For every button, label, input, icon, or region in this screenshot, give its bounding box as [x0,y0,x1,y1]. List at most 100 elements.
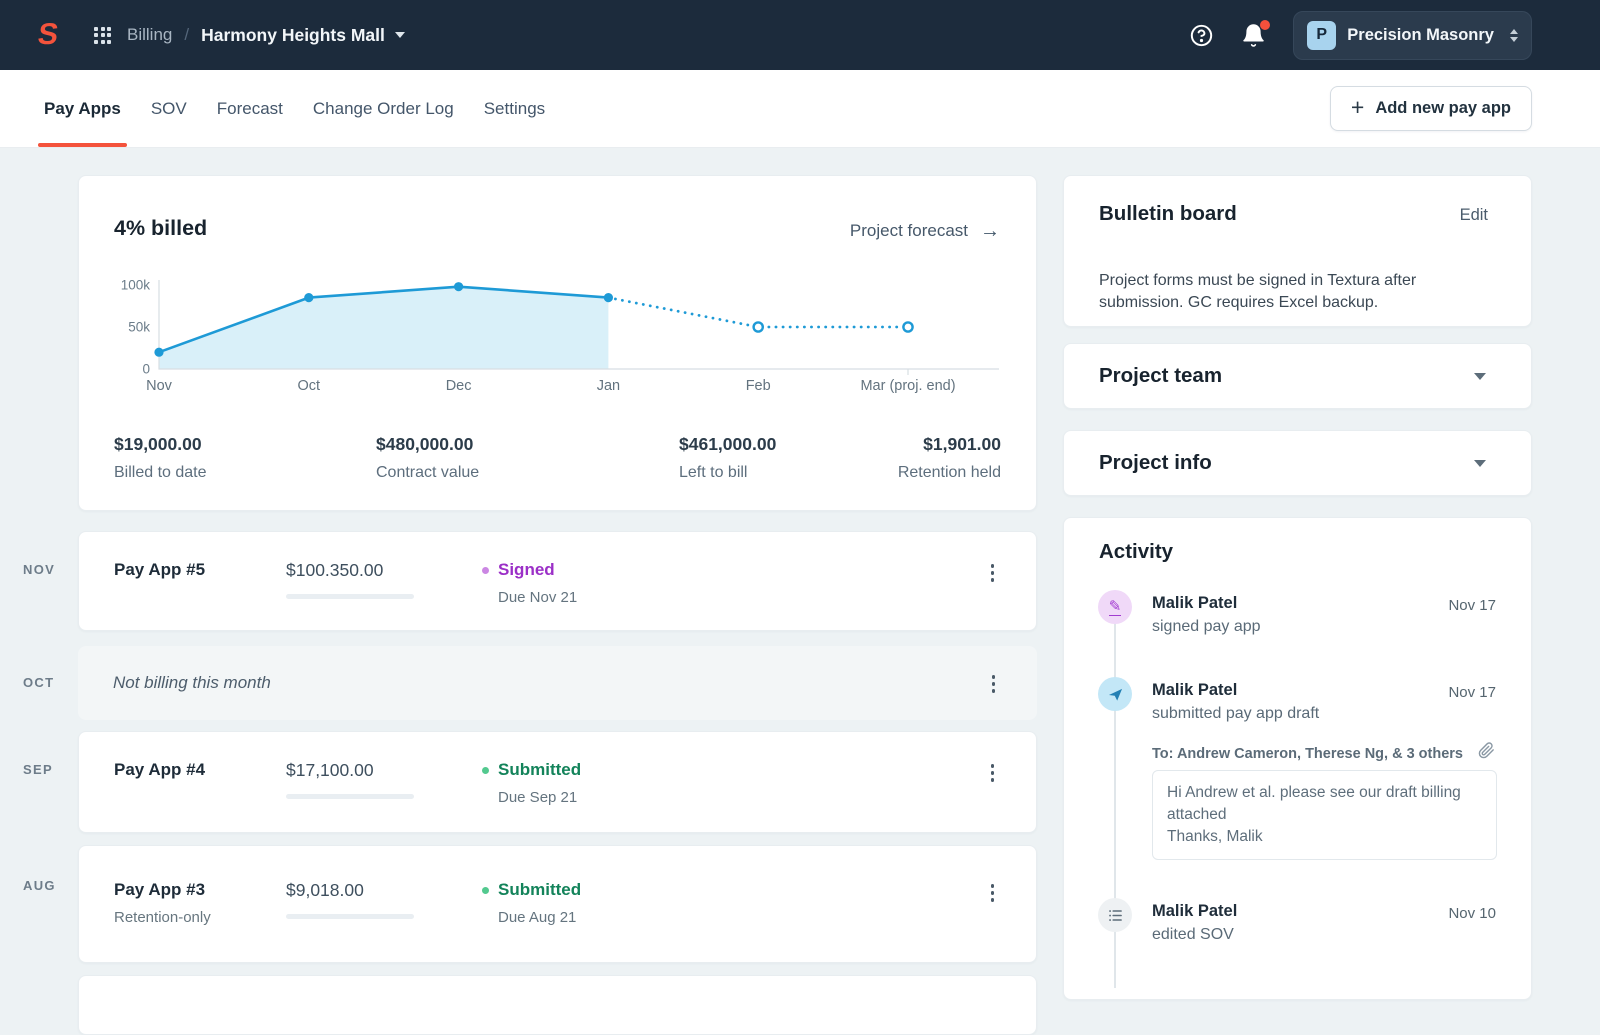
stat-label: Retention held [898,464,1001,482]
pay-app-due-date: Due Aug 21 [498,909,576,926]
activity-action: signed pay app [1152,618,1261,636]
project-forecast-link[interactable]: Project forecast → [850,221,1000,241]
month-label-sep: SEP [23,762,53,777]
activity-action: edited SOV [1152,926,1234,944]
bulletin-board-card: Bulletin board Edit Project forms must b… [1063,175,1532,327]
tab-pay-apps[interactable]: Pay Apps [44,70,121,147]
stat-value: $19,000.00 [114,434,207,455]
activity-date: Nov 10 [1448,905,1496,922]
signature-icon: ✎ [1098,590,1132,624]
project-info-title: Project info [1099,451,1212,475]
status-label: Signed [498,560,555,580]
message-signoff: Thanks, Malik [1167,826,1482,848]
month-label-aug: AUG [23,878,56,893]
notifications-button[interactable] [1241,23,1266,48]
notification-badge [1260,20,1270,30]
pay-app-progress-bar [286,914,414,919]
paperclip-icon[interactable] [1478,742,1495,759]
stat-label: Billed to date [114,464,207,482]
svg-text:Dec: Dec [446,378,472,394]
status-label: Submitted [498,760,581,780]
bulletin-body-text: Project forms must be signed in Textura … [1099,270,1499,313]
pay-app-status: Submitted [482,880,581,900]
list-icon [1098,898,1132,932]
pay-app-status: Signed [482,560,555,580]
stat-label: Left to bill [679,464,776,482]
not-billing-note: Not billing this month [113,673,271,693]
tab-settings[interactable]: Settings [484,70,545,147]
stat-value: $480,000.00 [376,434,479,455]
add-new-pay-app-button[interactable]: + Add new pay app [1330,86,1532,131]
status-dot [482,567,489,574]
activity-date: Nov 17 [1448,684,1496,701]
svg-text:100k: 100k [121,278,151,293]
breadcrumb-separator: / [184,25,189,45]
project-info-section[interactable]: Project info [1063,430,1532,496]
pay-app-row-5[interactable]: Pay App #5 $100.350.00 Signed Due Nov 21 [78,531,1037,631]
stat-label: Contract value [376,464,479,482]
activity-card: Activity ✎ Malik Patel signed pay app No… [1063,517,1532,1000]
kebab-menu-icon[interactable] [985,758,1001,788]
app-grid-icon[interactable] [94,27,111,44]
message-box: Hi Andrew et al. please see our draft bi… [1152,770,1497,860]
pay-app-row-3[interactable]: Pay App #3 Retention-only $9,018.00 Subm… [78,845,1037,963]
svg-text:Oct: Oct [298,378,321,394]
svg-text:50k: 50k [128,320,150,335]
pay-app-subtitle: Retention-only [114,909,211,926]
month-label-nov: NOV [23,562,55,577]
pay-app-amount: $17,100.00 [286,760,374,781]
top-nav: S Billing / Harmony Heights Mall [0,0,1600,70]
stat-left-to-bill: $461,000.00 Left to bill [679,434,776,482]
bulletin-board-title: Bulletin board [1099,202,1237,226]
breadcrumb-section[interactable]: Billing [127,25,172,45]
kebab-menu-icon[interactable] [986,669,1002,699]
status-label: Submitted [498,880,581,900]
stat-value: $461,000.00 [679,434,776,455]
kebab-menu-icon[interactable] [985,878,1001,908]
svg-text:Mar (proj. end): Mar (proj. end) [860,378,955,394]
stat-billed-to-date: $19,000.00 Billed to date [114,434,207,482]
stat-value: $1,901.00 [898,434,1001,455]
pay-app-row-partial[interactable] [78,975,1037,1035]
account-avatar: P [1307,21,1336,50]
svg-text:Feb: Feb [746,378,771,394]
chevron-down-icon [395,32,405,38]
tab-forecast[interactable]: Forecast [217,70,283,147]
svg-text:Jan: Jan [597,378,620,394]
stat-retention-held: $1,901.00 Retention held [898,434,1001,482]
app-logo[interactable]: S [36,18,61,52]
pay-app-progress-bar [286,594,414,599]
help-button[interactable] [1189,23,1214,48]
tab-sov[interactable]: SOV [151,70,187,147]
activity-title: Activity [1099,540,1173,564]
pay-app-row-4[interactable]: Pay App #4 $17,100.00 Submitted Due Sep … [78,731,1037,833]
recipients-line: To: Andrew Cameron, Therese Ng, & 3 othe… [1152,746,1463,762]
status-dot [482,767,489,774]
billing-stats-row: $19,000.00 Billed to date $480,000.00 Co… [114,434,1001,494]
chevron-down-icon [1474,460,1486,467]
billing-forecast-chart: 050k100kNovOctDecJanFebMar (proj. end) [114,268,1004,400]
pay-app-due-date: Due Sep 21 [498,789,577,806]
svg-text:Nov: Nov [146,378,173,394]
pay-app-row-empty-oct: Not billing this month [78,646,1037,720]
tab-bar: Pay Apps SOV Forecast Change Order Log S… [0,70,1600,148]
stat-contract-value: $480,000.00 Contract value [376,434,479,482]
arrow-right-icon: → [980,221,1000,241]
message-text: Hi Andrew et al. please see our draft bi… [1167,782,1482,826]
tab-change-order-log[interactable]: Change Order Log [313,70,454,147]
plus-icon: + [1351,96,1364,119]
pay-app-due-date: Due Nov 21 [498,589,577,606]
project-team-section[interactable]: Project team [1063,343,1532,409]
activity-action: submitted pay app draft [1152,705,1319,723]
send-draft-icon [1098,677,1132,711]
help-icon [1189,23,1214,48]
project-switcher[interactable]: Harmony Heights Mall [201,25,405,46]
month-label-oct: OCT [23,675,54,690]
main-content: 4% billed Project forecast → 050k100kNov… [0,148,1600,1000]
billing-summary-card: 4% billed Project forecast → 050k100kNov… [78,175,1037,511]
kebab-menu-icon[interactable] [985,558,1001,588]
account-menu[interactable]: P Precision Masonry [1293,11,1532,60]
pay-app-status: Submitted [482,760,581,780]
pay-app-amount: $9,018.00 [286,880,364,901]
bulletin-edit-link[interactable]: Edit [1460,206,1488,225]
